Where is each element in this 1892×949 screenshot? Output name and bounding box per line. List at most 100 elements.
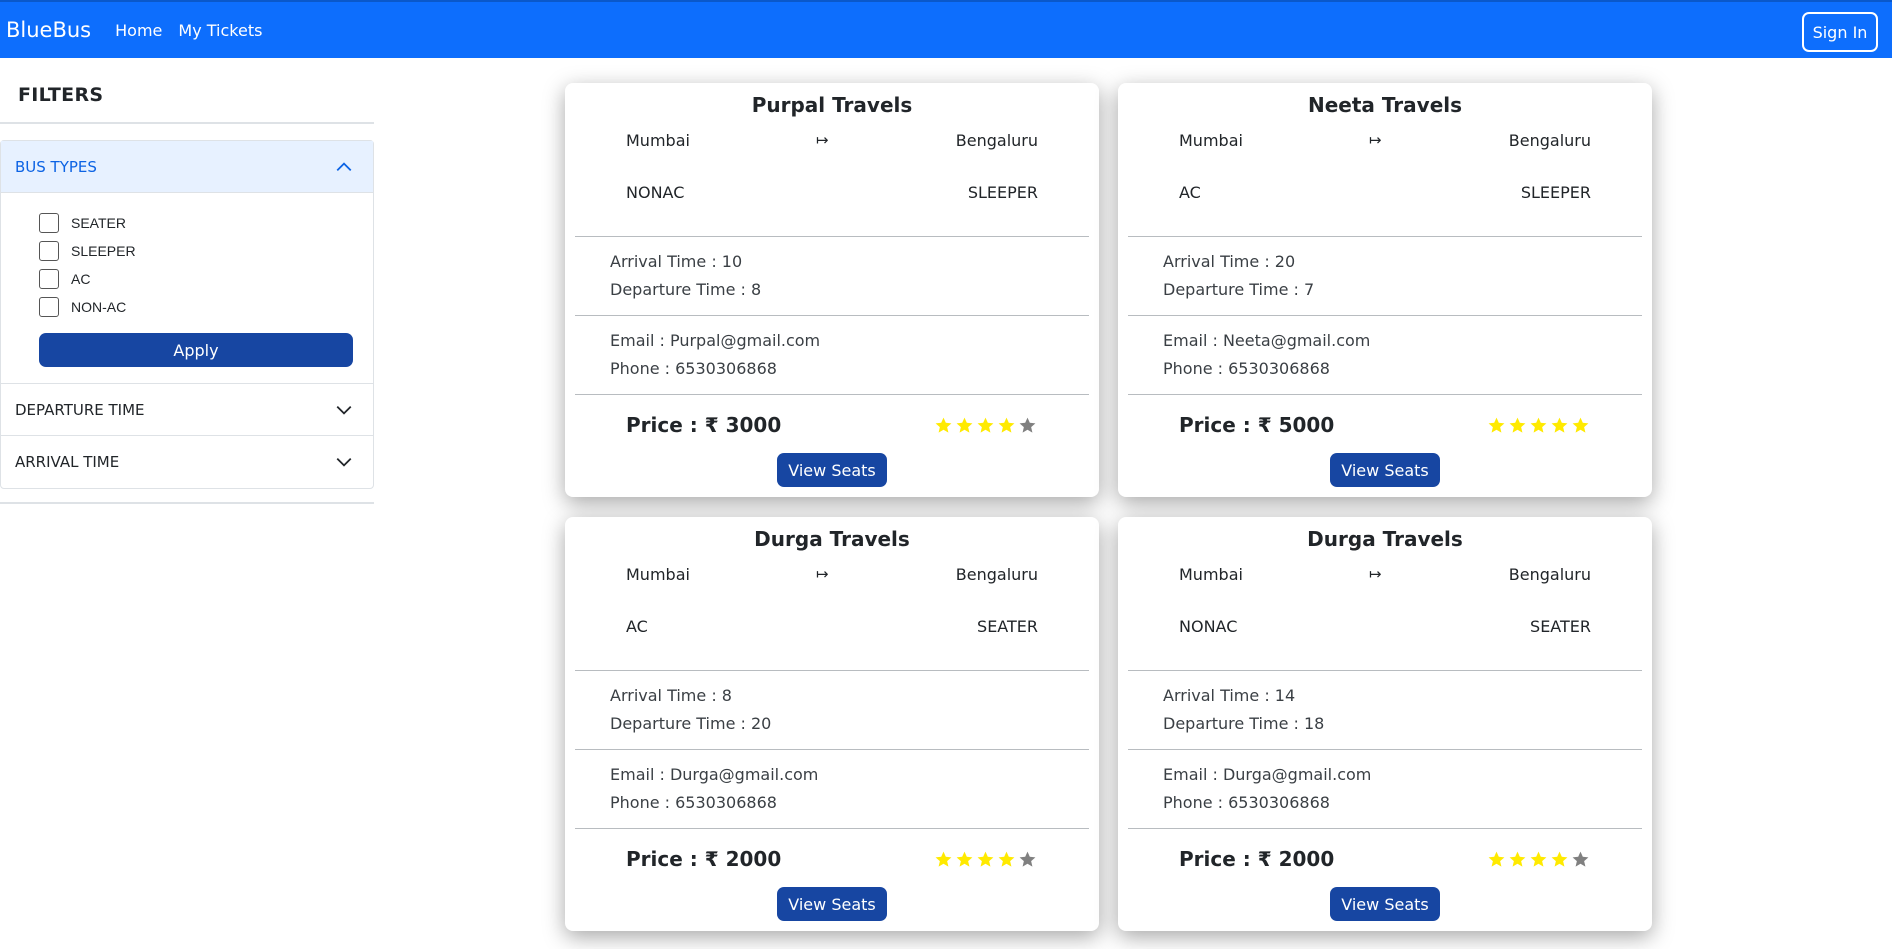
destination-city: Bengaluru bbox=[955, 565, 1038, 584]
non-ac-checkbox[interactable] bbox=[39, 297, 59, 317]
filters-accordion: BUS TYPES SEATER SLEEPER AC NON-AC Apply… bbox=[0, 140, 374, 489]
nav-my-tickets-link[interactable]: My Tickets bbox=[178, 21, 262, 40]
departure-time: Departure Time : 18 bbox=[1163, 714, 1325, 733]
ac-type: AC bbox=[1179, 183, 1201, 202]
chevron-up-icon bbox=[336, 161, 352, 171]
star-icon bbox=[1572, 417, 1589, 433]
destination-city: Bengaluru bbox=[1508, 131, 1591, 150]
star-icon bbox=[935, 851, 952, 867]
ticket-price: Price : ₹ 2000 bbox=[626, 847, 782, 871]
bus-card: Durga Travels Mumbai ↦ Bengaluru NONAC S… bbox=[1118, 517, 1652, 931]
star-icon bbox=[977, 417, 994, 433]
operator-email: Email : Durga@gmail.com bbox=[610, 765, 819, 784]
ticket-price: Price : ₹ 3000 bbox=[626, 413, 782, 437]
filters-title: FILTERS bbox=[18, 84, 104, 106]
card-divider bbox=[1128, 670, 1642, 671]
rating-stars bbox=[934, 416, 1037, 435]
arrival-time-label: ARRIVAL TIME bbox=[15, 453, 120, 471]
ac-checkbox[interactable] bbox=[39, 269, 59, 289]
nav-home-link[interactable]: Home bbox=[115, 21, 162, 40]
bus-types-label: BUS TYPES bbox=[15, 157, 97, 176]
star-icon bbox=[1572, 851, 1589, 867]
star-icon bbox=[935, 417, 952, 433]
seat-type: SLEEPER bbox=[1520, 183, 1591, 202]
card-divider bbox=[1128, 749, 1642, 750]
departure-time-label: DEPARTURE TIME bbox=[15, 400, 145, 419]
route-arrow-icon: ↦ bbox=[1369, 131, 1382, 149]
ac-type: AC bbox=[626, 617, 648, 636]
filters-sidebar: FILTERS BUS TYPES SEATER SLEEPER AC NON-… bbox=[0, 58, 374, 504]
route-arrow-icon: ↦ bbox=[816, 565, 829, 583]
operator-email: Email : Durga@gmail.com bbox=[1163, 765, 1372, 784]
seat-type: SEATER bbox=[1530, 617, 1591, 636]
view-seats-button[interactable]: View Seats bbox=[777, 453, 887, 487]
operator-name: Neeta Travels bbox=[1307, 93, 1463, 117]
arrival-time: Arrival Time : 10 bbox=[610, 252, 743, 271]
ac-label: AC bbox=[71, 271, 91, 287]
origin-city: Mumbai bbox=[1179, 131, 1243, 150]
card-divider bbox=[575, 670, 1089, 671]
origin-city: Mumbai bbox=[626, 565, 690, 584]
view-seats-button[interactable]: View Seats bbox=[1330, 887, 1440, 921]
view-seats-button[interactable]: View Seats bbox=[1330, 453, 1440, 487]
sleeper-label: SLEEPER bbox=[71, 243, 136, 259]
seat-type: SLEEPER bbox=[967, 183, 1038, 202]
departure-time: Departure Time : 7 bbox=[1163, 280, 1315, 299]
bus-card: Durga Travels Mumbai ↦ Bengaluru AC SEAT… bbox=[565, 517, 1099, 931]
star-icon bbox=[1530, 851, 1547, 867]
star-icon bbox=[1019, 417, 1036, 433]
bus-types-toggle[interactable]: BUS TYPES bbox=[1, 141, 373, 193]
view-seats-button[interactable]: View Seats bbox=[777, 887, 887, 921]
arrival-time: Arrival Time : 14 bbox=[1163, 686, 1296, 705]
card-divider bbox=[575, 749, 1089, 750]
bus-types-panel: SEATER SLEEPER AC NON-AC Apply bbox=[1, 193, 373, 384]
chevron-down-icon bbox=[336, 457, 352, 467]
seater-label: SEATER bbox=[71, 215, 126, 231]
brand-logo[interactable]: BlueBus bbox=[6, 18, 91, 42]
seat-type: SEATER bbox=[977, 617, 1038, 636]
star-icon bbox=[1488, 417, 1505, 433]
operator-email: Email : Purpal@gmail.com bbox=[610, 331, 821, 350]
rating-stars bbox=[934, 850, 1037, 869]
star-icon bbox=[956, 417, 973, 433]
card-divider bbox=[575, 394, 1089, 395]
card-divider bbox=[575, 828, 1089, 829]
star-icon bbox=[998, 417, 1015, 433]
route-arrow-icon: ↦ bbox=[816, 131, 829, 149]
arrival-time: Arrival Time : 8 bbox=[610, 686, 732, 705]
departure-time-toggle[interactable]: DEPARTURE TIME bbox=[1, 384, 373, 436]
star-icon bbox=[1488, 851, 1505, 867]
card-divider bbox=[1128, 236, 1642, 237]
star-icon bbox=[998, 851, 1015, 867]
operator-name: Durga Travels bbox=[1307, 527, 1463, 551]
seater-checkbox[interactable] bbox=[39, 213, 59, 233]
bus-card: Neeta Travels Mumbai ↦ Bengaluru AC SLEE… bbox=[1118, 83, 1652, 497]
star-icon bbox=[1509, 851, 1526, 867]
card-divider bbox=[1128, 828, 1642, 829]
origin-city: Mumbai bbox=[1179, 565, 1243, 584]
ac-type: NONAC bbox=[1179, 617, 1238, 636]
route-arrow-icon: ↦ bbox=[1369, 565, 1382, 583]
departure-time: Departure Time : 8 bbox=[610, 280, 762, 299]
star-icon bbox=[1019, 851, 1036, 867]
operator-name: Purpal Travels bbox=[751, 93, 913, 117]
card-divider bbox=[575, 236, 1089, 237]
arrival-time-toggle[interactable]: ARRIVAL TIME bbox=[1, 436, 373, 488]
ac-type: NONAC bbox=[626, 183, 685, 202]
operator-phone: Phone : 6530306868 bbox=[1163, 793, 1330, 812]
operator-email: Email : Neeta@gmail.com bbox=[1163, 331, 1371, 350]
origin-city: Mumbai bbox=[626, 131, 690, 150]
destination-city: Bengaluru bbox=[1508, 565, 1591, 584]
card-divider bbox=[575, 315, 1089, 316]
star-icon bbox=[1509, 417, 1526, 433]
ticket-price: Price : ₹ 5000 bbox=[1179, 413, 1335, 437]
star-icon bbox=[1530, 417, 1547, 433]
card-divider bbox=[1128, 394, 1642, 395]
apply-filters-button[interactable]: Apply bbox=[39, 333, 353, 367]
rating-stars bbox=[1487, 416, 1590, 435]
operator-name: Durga Travels bbox=[754, 527, 910, 551]
sleeper-checkbox[interactable] bbox=[39, 241, 59, 261]
filter-option-sleeper: SLEEPER bbox=[39, 237, 353, 265]
sign-in-button[interactable]: Sign In bbox=[1802, 12, 1878, 52]
ticket-price: Price : ₹ 2000 bbox=[1179, 847, 1335, 871]
